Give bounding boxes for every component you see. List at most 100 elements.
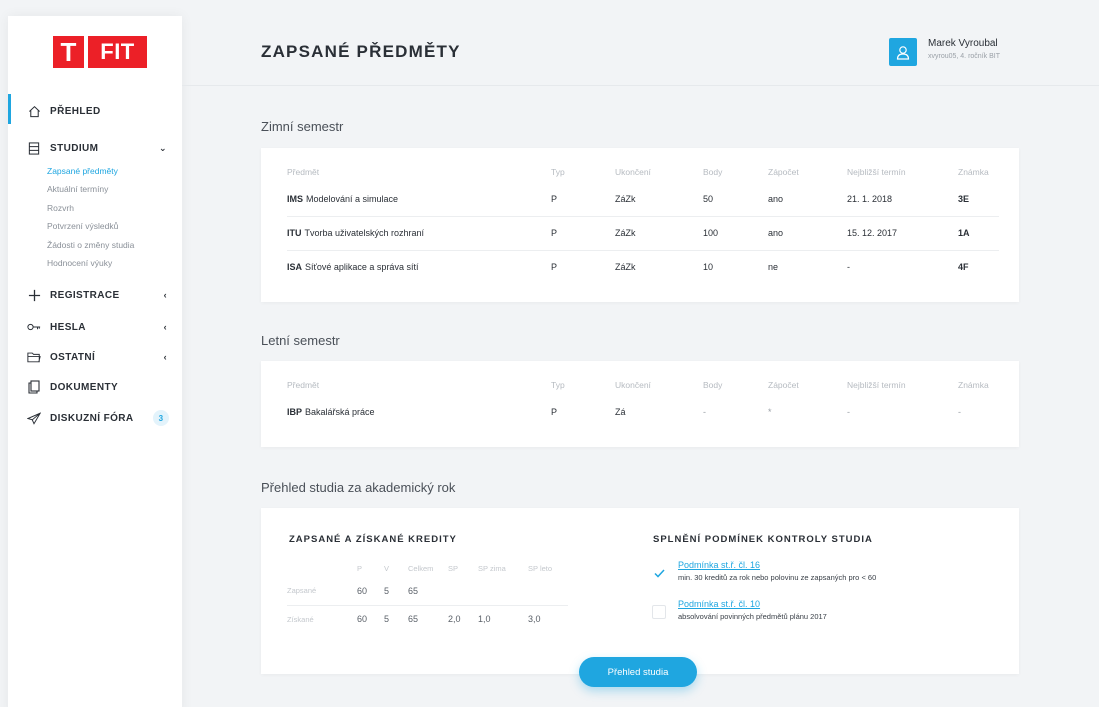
key-icon — [27, 320, 41, 334]
col-zapocet: Zápočet — [768, 167, 799, 177]
sidebar-item-prehled[interactable]: PŘEHLED — [27, 104, 175, 118]
table-header: Předmět Typ Ukončení Body Zápočet Nejbli… — [287, 162, 999, 182]
chevron-left-icon: ‹ — [163, 322, 167, 332]
page-title: ZAPSANÉ PŘEDMĚTY — [261, 42, 461, 61]
paper-plane-icon — [27, 411, 41, 425]
col-sp-leto: SP leto — [528, 563, 553, 573]
condition-checkbox-unchecked[interactable] — [652, 605, 666, 619]
col-v: V — [384, 563, 390, 573]
col-zapocet: Zápočet — [768, 380, 799, 390]
cell-termin: 15. 12. 2017 — [847, 215, 958, 250]
condition-link[interactable]: Podmínka st.ř. čl. 16 — [678, 560, 876, 570]
table-row[interactable]: IBP Bakalářská práce P Zá - * - - — [287, 395, 999, 429]
table-row[interactable]: ISA Síťové aplikace a správa sítí P ZáZk … — [287, 249, 999, 284]
cell-znamka: - — [958, 407, 961, 417]
sidebar-item-label: DOKUMENTY — [50, 381, 119, 393]
course-code: ITU — [287, 228, 302, 238]
submenu-item-rozvrh[interactable]: Rozvrh — [47, 199, 134, 217]
cell-termin: - — [847, 249, 958, 284]
table-row: Získané 60 5 65 2,0 1,0 3,0 — [287, 604, 568, 633]
cell: 5 — [384, 585, 390, 596]
home-icon — [27, 104, 41, 118]
course-cell: ISA Síťové aplikace a správa sítí — [287, 249, 551, 284]
table-header: P V Celkem SP SP zima SP leto — [287, 559, 568, 577]
table-row[interactable]: ITU Tvorba uživatelských rozhraní P ZáZk … — [287, 215, 999, 250]
col-ukonceni: Ukončení — [615, 380, 651, 390]
chevron-down-icon: ⌄ — [159, 142, 167, 153]
sidebar-item-dokumenty[interactable]: DOKUMENTY — [27, 380, 175, 394]
winter-courses-table: Předmět Typ Ukončení Body Zápočet Nejbli… — [287, 162, 999, 284]
grade: 1A — [958, 228, 970, 238]
cell-ukonceni: ZáZk — [615, 215, 703, 250]
col-typ: Typ — [551, 167, 565, 177]
cell-zapocet: ano — [768, 215, 847, 250]
course-name: Bakalářská práce — [305, 407, 375, 417]
documents-icon — [27, 380, 41, 394]
table-header: Předmět Typ Ukončení Body Zápočet Nejbli… — [287, 375, 999, 395]
user-name[interactable]: Marek Vyroubal — [928, 38, 998, 49]
sidebar: T FIT PŘEHLED STUDIUM ⌄ Zapsané předměty… — [8, 16, 182, 707]
winter-semester-card: Předmět Typ Ukončení Body Zápočet Nejbli… — [261, 148, 1019, 302]
course-code: ISA — [287, 262, 303, 273]
condition-desc: absolvování povinných předmětů plánu 201… — [678, 612, 827, 621]
logo-t: T — [53, 36, 84, 68]
sidebar-item-registrace[interactable]: REGISTRACE ‹ — [27, 288, 175, 302]
col-znamka: Známka — [958, 167, 989, 177]
cell: 65 — [408, 585, 419, 596]
cell-body: 100 — [703, 215, 768, 250]
submenu-item-hodnoceni[interactable]: Hodnocení výuky — [47, 254, 134, 272]
table-row[interactable]: IMS Modelování a simulace P ZáZk 50 ano 2… — [287, 182, 999, 216]
user-icon — [896, 45, 910, 60]
cell-typ: P — [551, 215, 615, 250]
winter-semester-title: Zimní semestr — [261, 119, 344, 134]
submenu-item-zapsane[interactable]: Zapsané předměty — [47, 162, 134, 180]
col-typ: Typ — [551, 380, 565, 390]
sidebar-item-diskuzni-fora[interactable]: DISKUZNÍ FÓRA 3 — [27, 410, 175, 426]
condition-desc: min. 30 kreditů za rok nebo polovinu ze … — [678, 573, 877, 582]
course-name: Síťové aplikace a správa sítí — [305, 262, 419, 273]
col-body: Body — [703, 167, 723, 177]
submenu-item-terminy[interactable]: Aktuální termíny — [47, 180, 134, 198]
page-header: ZAPSANÉ PŘEDMĚTY Marek Vyroubal xvyrou05… — [182, 16, 1099, 86]
overview-title: Přehled studia za akademický rok — [261, 480, 456, 495]
sidebar-item-studium[interactable]: STUDIUM ⌄ — [27, 141, 175, 155]
cell-zapocet: ano — [768, 193, 784, 204]
course-cell: IBP Bakalářská práce — [287, 395, 551, 429]
col-termin: Nejbližší termín — [847, 380, 906, 390]
cell-ukonceni: Zá — [615, 407, 626, 417]
sidebar-item-hesla[interactable]: HESLA ‹ — [27, 320, 175, 334]
cell-body: 10 — [703, 249, 768, 284]
cell — [528, 577, 568, 605]
submenu-item-zadosti[interactable]: Žádosti o změny studia — [47, 236, 134, 254]
cell-typ: P — [551, 407, 558, 417]
course-name: Tvorba uživatelských rozhraní — [304, 228, 425, 238]
submenu-item-potvrzeni[interactable]: Potvrzení výsledků — [47, 217, 134, 235]
cell-typ: P — [551, 249, 615, 284]
chevron-left-icon: ‹ — [163, 352, 167, 362]
sidebar-item-ostatni[interactable]: OSTATNÍ ‹ — [27, 350, 175, 364]
user-avatar[interactable] — [889, 38, 917, 66]
cell: 5 — [384, 604, 408, 633]
cell: 60 — [357, 604, 384, 633]
cell-termin: 21. 1. 2018 — [847, 193, 893, 204]
col-empty — [287, 559, 357, 577]
cell — [478, 577, 528, 605]
col-termin: Nejbližší termín — [847, 167, 906, 177]
col-sp: SP — [448, 563, 459, 573]
active-indicator — [8, 94, 11, 124]
book-icon — [27, 141, 41, 155]
cell-znamka: 3E — [958, 182, 999, 216]
sidebar-item-label: DISKUZNÍ FÓRA — [50, 412, 134, 424]
cell-ukonceni: ZáZk — [615, 249, 703, 284]
col-sp-zima: SP zima — [478, 563, 506, 573]
cell-ukonceni: ZáZk — [615, 193, 636, 204]
cell-typ: P — [551, 193, 558, 204]
grade: 3E — [958, 193, 970, 204]
prehled-studia-button[interactable]: Přehled studia — [579, 657, 697, 687]
condition-checkbox-checked[interactable] — [652, 566, 666, 580]
course-name: Modelování a simulace — [306, 193, 399, 204]
summer-courses-table: Předmět Typ Ukončení Body Zápočet Nejbli… — [287, 375, 999, 429]
condition-link[interactable]: Podmínka st.ř. čl. 10 — [678, 599, 827, 609]
credits-heading: ZAPSANÉ A ZÍSKANÉ KREDITY — [289, 534, 457, 545]
fit-logo[interactable]: T FIT — [53, 36, 147, 68]
